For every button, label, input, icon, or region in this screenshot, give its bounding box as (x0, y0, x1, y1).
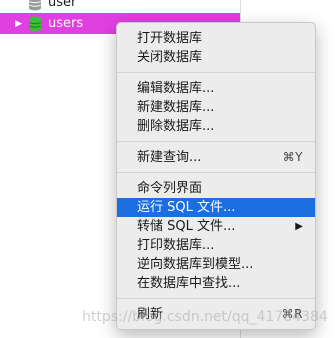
menu-separator (117, 141, 315, 142)
shortcut-label: ⌘R (281, 307, 303, 321)
database-icon (28, 16, 42, 32)
menu-item-find-in-database[interactable]: 在数据库中查找... (117, 274, 315, 293)
menu-item-reverse-to-model[interactable]: 逆向数据库到模型... (117, 255, 315, 274)
menu-item-delete-database[interactable]: 删除数据库... (117, 117, 315, 136)
submenu-arrow-icon: ▶ (295, 221, 303, 232)
menu-item-close-database[interactable]: 关闭数据库 (117, 48, 315, 67)
menu-item-command-line[interactable]: 命令列界面 (117, 179, 315, 198)
menu-item-open-database[interactable]: 打开数据库 (117, 29, 315, 48)
menu-separator (117, 172, 315, 173)
menu-separator (117, 72, 315, 73)
menu-item-dump-sql-file[interactable]: 转储 SQL 文件... ▶ (117, 217, 315, 236)
expand-triangle-icon[interactable]: ▶ (0, 14, 28, 34)
menu-item-print-database[interactable]: 打印数据库... (117, 236, 315, 255)
sidebar-item-label: user (48, 0, 77, 10)
menu-item-run-sql-file[interactable]: 运行 SQL 文件... (117, 198, 315, 217)
shortcut-label: ⌘Y (282, 150, 303, 164)
menu-item-new-database[interactable]: 新建数据库... (117, 98, 315, 117)
menu-item-refresh[interactable]: 刷新 ⌘R (117, 305, 315, 324)
sidebar-item-user[interactable]: user (0, 0, 240, 13)
database-icon (28, 0, 42, 11)
sidebar-item-label: users (48, 15, 84, 31)
menu-separator (117, 298, 315, 299)
menu-item-new-query[interactable]: 新建查询... ⌘Y (117, 148, 315, 167)
menu-item-edit-database[interactable]: 编辑数据库... (117, 79, 315, 98)
context-menu: 打开数据库 关闭数据库 编辑数据库... 新建数据库... 删除数据库... 新… (116, 22, 316, 330)
